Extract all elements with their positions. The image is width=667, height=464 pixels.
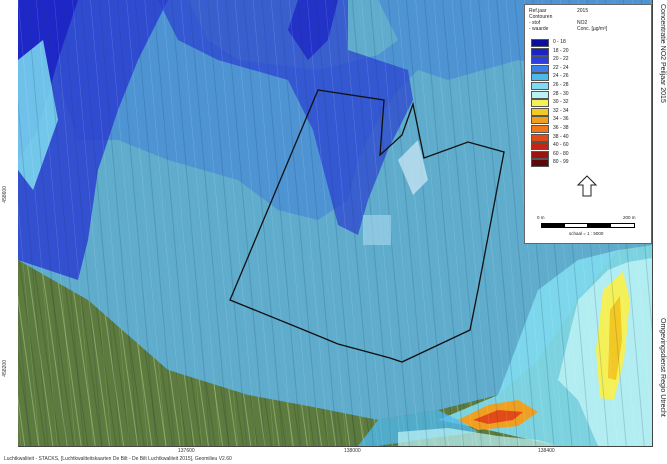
- legend-class-row: 36 - 38: [531, 125, 591, 133]
- legend-swatch: [531, 159, 549, 168]
- legend-meta-value: Conc. [µg/m³]: [577, 26, 608, 32]
- legend-class-row: 38 - 40: [531, 133, 591, 142]
- legend-swatch: [531, 99, 549, 108]
- legend-class-label: 34 - 36: [553, 116, 569, 123]
- legend-swatch: [531, 82, 549, 90]
- legend-swatch: [531, 142, 549, 151]
- x-tick-label: 138000: [344, 448, 361, 454]
- legend-swatch: [531, 64, 549, 73]
- scale-bar: [541, 223, 635, 228]
- legend-swatch: [531, 107, 549, 116]
- legend-class-label: 40 - 60: [553, 142, 569, 149]
- legend-class-label: 80 - 99: [553, 159, 569, 166]
- legend-swatch: [531, 150, 549, 159]
- legend-meta-value: 2015: [577, 8, 589, 14]
- legend-class-label: 32 - 34: [553, 107, 569, 114]
- legend-class-row: 18 - 20: [531, 47, 591, 56]
- legend-class-row: 40 - 60: [531, 142, 591, 151]
- legend-class-row: 30 - 32: [531, 99, 591, 108]
- x-tick-label: 138400: [538, 448, 555, 454]
- legend-swatch: [531, 39, 549, 47]
- legend-class-label: 20 - 22: [553, 56, 569, 63]
- legend-class-label: 0 - 18: [553, 39, 566, 45]
- legend-swatch: [531, 133, 549, 142]
- legend-class-row: 24 - 26: [531, 73, 591, 82]
- legend-class-row: 22 - 24: [531, 64, 591, 73]
- map-title: Concentratie NO2 Peiljaar 2015: [659, 4, 666, 103]
- building-block: [363, 215, 391, 245]
- legend-swatch: [531, 73, 549, 82]
- legend-class-row: 0 - 18: [531, 39, 591, 47]
- organisation-label: Omgevingsdienst Regio Utrecht: [659, 318, 666, 417]
- legend-class-label: 26 - 28: [553, 82, 569, 88]
- legend-swatch: [531, 56, 549, 65]
- x-tick-label: 137600: [178, 448, 195, 454]
- legend-class-label: 22 - 24: [553, 64, 569, 71]
- legend-swatch: [531, 116, 549, 125]
- legend-swatch: [531, 47, 549, 56]
- legend-class-label: 36 - 38: [553, 125, 569, 131]
- north-arrow-icon: [577, 175, 597, 197]
- scale-start-label: 0 m: [537, 215, 545, 220]
- scale-end-label: 200 m: [623, 215, 636, 220]
- legend-class-row: 60 - 80: [531, 150, 591, 159]
- legend-meta-label: - waarde: [529, 26, 549, 32]
- legend-swatch: [531, 90, 549, 99]
- y-tick-label: 458600: [2, 186, 8, 203]
- legend-class-label: 30 - 32: [553, 99, 569, 106]
- legend-class-label: 60 - 80: [553, 150, 569, 157]
- legend-class-label: 18 - 20: [553, 47, 569, 54]
- legend-class-label: 28 - 30: [553, 90, 569, 97]
- y-tick-label: 458200: [2, 360, 8, 377]
- legend-class-row: 26 - 28: [531, 82, 591, 90]
- scale-ratio: schaal = 1 : 5000: [569, 231, 604, 236]
- legend-swatch: [531, 125, 549, 133]
- legend-class-label: 24 - 26: [553, 73, 569, 80]
- legend-class-row: 34 - 36: [531, 116, 591, 125]
- legend-class-row: 80 - 99: [531, 159, 591, 168]
- legend-class-row: 28 - 30: [531, 90, 591, 99]
- legend-class-row: 20 - 22: [531, 56, 591, 65]
- map-credit: Luchtkwaliteit - STACKS, [Luchtkwaliteit…: [4, 456, 232, 462]
- legend-class-label: 38 - 40: [553, 133, 569, 140]
- map-legend: Ref.jaar 2015 Contouren - stof NO2 - waa…: [524, 4, 652, 244]
- legend-class-row: 32 - 34: [531, 107, 591, 116]
